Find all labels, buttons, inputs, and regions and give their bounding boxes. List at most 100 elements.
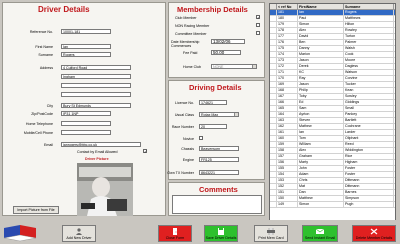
cell-ref: 170 (277, 76, 298, 81)
row-selector[interactable] (270, 178, 277, 183)
row-selector[interactable] (270, 100, 277, 105)
cell-ref: 172 (277, 64, 298, 69)
add-new-driver-label: Add New Driver (66, 236, 92, 240)
row-selector[interactable] (270, 184, 277, 189)
cell-ref: 156 (277, 160, 298, 165)
row-selector[interactable] (270, 10, 277, 15)
row-selector[interactable] (270, 112, 277, 117)
first-name-field[interactable]: Ian (61, 44, 111, 49)
row-selector[interactable] (270, 160, 277, 165)
row-selector[interactable] (270, 202, 277, 207)
delete-member-button[interactable]: Delete Member Details (352, 225, 396, 242)
address-line2-field[interactable]: Ingham (61, 74, 131, 79)
cell-surname: Dagless (344, 64, 394, 69)
row-selector[interactable] (270, 172, 277, 177)
city-field[interactable]: Bury St Edmunds (61, 103, 131, 108)
cell-surname: Walsh (344, 46, 394, 51)
members-table[interactable]: < ref No FirstName Surname 181 Ian Rogers 1… (269, 3, 396, 229)
row-selector[interactable] (270, 142, 277, 147)
home-telephone-field[interactable] (61, 121, 111, 126)
send-email-button[interactable]: Send Instant Email (302, 225, 338, 242)
col-header-surname[interactable]: Surname (344, 4, 394, 9)
contact-email-checkbox[interactable] (143, 149, 147, 154)
row-selector[interactable] (270, 34, 277, 39)
cell-firstname: Steven (298, 118, 344, 123)
cell-firstname: Alex (298, 148, 344, 153)
table-row[interactable]: 149 Simon Pugh (270, 202, 395, 208)
close-form-button[interactable]: Close Form (158, 225, 192, 242)
committee-checkbox[interactable] (256, 31, 260, 35)
save-driver-button[interactable]: Save Driver Details (204, 225, 238, 242)
row-selector[interactable] (270, 106, 277, 111)
home-club-select[interactable]: NONE (211, 64, 257, 69)
row-selector[interactable] (270, 58, 277, 63)
row-selector[interactable] (270, 166, 277, 171)
address-line3-field[interactable] (61, 83, 131, 88)
usual-class-select[interactable]: Rotax Max (199, 112, 239, 117)
row-selector[interactable] (270, 82, 277, 87)
cell-surname: Pankey (344, 112, 394, 117)
row-selector[interactable] (270, 88, 277, 93)
row-selector[interactable] (270, 148, 277, 153)
licence-field[interactable]: 174621 (199, 100, 227, 105)
col-header-ref[interactable]: < ref No (277, 4, 298, 9)
cell-surname: Higham (344, 160, 394, 165)
delete-member-label: Delete Member Details (355, 236, 393, 240)
row-selector[interactable] (270, 130, 277, 135)
row-selector[interactable] (270, 136, 277, 141)
add-new-driver-button[interactable]: Add New Driver (62, 225, 96, 242)
col-header-firstname[interactable]: FirstName (298, 4, 344, 9)
cell-surname: Small (344, 106, 394, 111)
import-picture-button[interactable]: Import Picture from File (13, 206, 59, 214)
engine-field[interactable]: FR125 (199, 157, 239, 162)
chevron-down-icon[interactable] (234, 113, 238, 116)
cell-ref: 176 (277, 40, 298, 45)
row-selector[interactable] (270, 190, 277, 195)
club-member-checkbox[interactable] (256, 15, 260, 20)
cell-surname: Rice (344, 154, 394, 159)
comments-textarea[interactable] (172, 195, 262, 214)
print-card-button[interactable]: Print Mem Card (254, 225, 288, 242)
row-selector[interactable] (270, 46, 277, 51)
date-commences-field[interactable]: 13/02/06 (211, 39, 245, 44)
novice-checkbox[interactable] (199, 136, 203, 140)
cell-firstname: Matthew (298, 196, 344, 201)
row-selector[interactable] (270, 70, 277, 75)
own-tx-field[interactable]: 8643221 (199, 170, 239, 175)
cell-surname: Moore (344, 58, 394, 63)
row-selector[interactable] (270, 40, 277, 45)
cell-ref: 174 (277, 52, 298, 57)
cell-firstname: Danny (298, 46, 344, 51)
fee-paid-field[interactable]: 50.00 (211, 50, 241, 55)
row-selector[interactable] (270, 154, 277, 159)
cell-surname: Rogers (344, 10, 394, 15)
cell-firstname: Alex (298, 28, 344, 33)
email-field[interactable]: ianrogers@bbc.co.uk (61, 142, 141, 147)
non-racing-checkbox[interactable] (256, 23, 260, 27)
row-selector[interactable] (270, 94, 277, 99)
race-number-field[interactable]: 20 (199, 124, 227, 129)
row-selector[interactable] (270, 16, 277, 21)
committee-label: Committee Member (175, 32, 207, 36)
row-selector[interactable] (270, 118, 277, 123)
reference-field[interactable]: 10001-181 (61, 29, 111, 34)
address-line4-field[interactable] (61, 92, 131, 97)
postcode-field[interactable]: IP31 1NP (61, 111, 111, 116)
row-selector[interactable] (270, 52, 277, 57)
cell-firstname: Philip (298, 88, 344, 93)
membership-details-title: Membership Details (177, 5, 248, 14)
surname-field[interactable]: Rogers (61, 52, 111, 57)
row-selector[interactable] (270, 76, 277, 81)
row-selector[interactable] (270, 28, 277, 33)
mobile-field[interactable] (61, 130, 111, 135)
row-selector[interactable] (270, 196, 277, 201)
cell-surname: Larder (344, 130, 394, 135)
chassis-field[interactable]: Beaverworn (199, 146, 239, 151)
row-selector[interactable] (270, 22, 277, 27)
address-line1-field[interactable]: 4 Culford Road (61, 65, 131, 70)
chevron-down-icon[interactable] (252, 65, 256, 68)
non-racing-label: NON Racing Member (175, 24, 210, 28)
comments-title: Comments (199, 185, 238, 194)
row-selector[interactable] (270, 124, 277, 129)
row-selector[interactable] (270, 64, 277, 69)
